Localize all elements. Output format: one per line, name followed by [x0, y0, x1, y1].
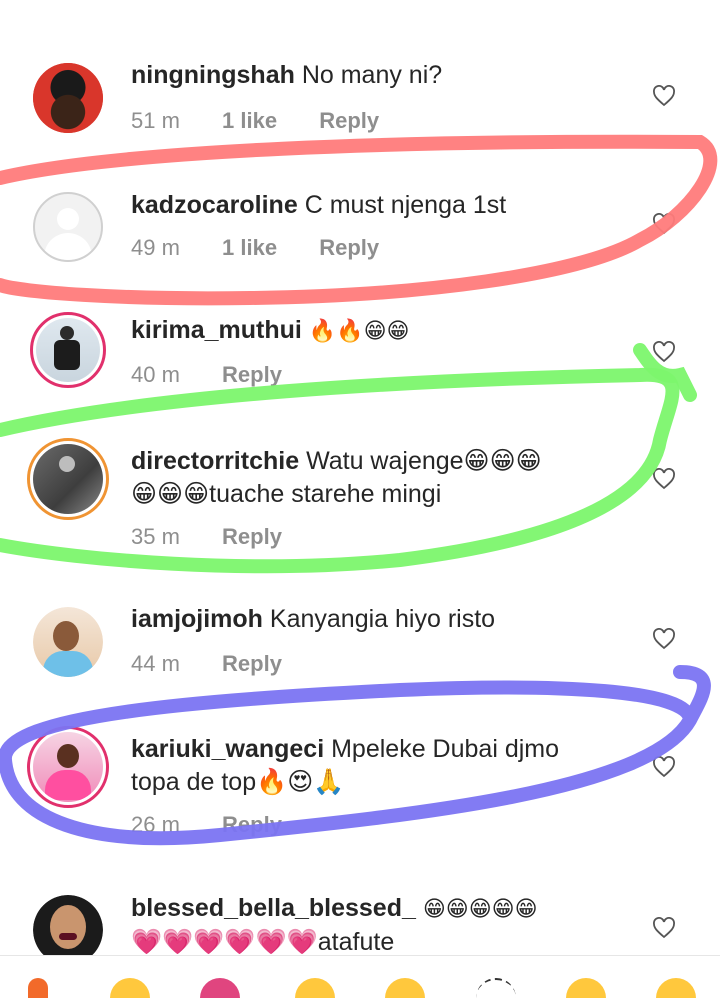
comment-body: C must njenga 1st [304, 191, 507, 219]
reply-button[interactable]: Reply [222, 651, 282, 676]
comment-text: ningningshah No many ni? [131, 59, 651, 92]
reply-button[interactable]: Reply [319, 108, 379, 133]
comment-time: 44 m [131, 651, 180, 676]
avatar[interactable] [33, 63, 103, 133]
avatar[interactable] [27, 726, 109, 808]
like-count[interactable]: 1 like [222, 235, 277, 260]
comment-meta: 40 m Reply [131, 362, 318, 388]
comment-time: 26 m [131, 812, 180, 837]
reaction-button[interactable] [110, 978, 150, 998]
heart-reaction-button[interactable] [200, 978, 240, 998]
comment-body: Kanyangia hiyo risto [269, 605, 496, 633]
comment-meta: 44 m Reply [131, 651, 318, 677]
fire-reaction-button[interactable] [28, 978, 48, 998]
heart-outline-icon[interactable] [652, 85, 676, 107]
reaction-button[interactable] [656, 978, 696, 998]
heart-outline-icon[interactable] [652, 213, 676, 235]
avatar[interactable] [30, 312, 106, 388]
comment-text: iamjojimoh Kanyangia hiyo risto [131, 603, 651, 636]
reaction-button[interactable] [295, 978, 335, 998]
comment-text: kariuki_wangeci Mpeleke Dubai djmo topa … [131, 733, 651, 799]
comment-time: 49 m [131, 235, 180, 260]
comment-username[interactable]: blessed_bella_blessed_ [131, 894, 416, 922]
avatar[interactable] [33, 607, 103, 677]
comment-body: Watu wajenge😁😁😁 [306, 447, 542, 475]
comment-username[interactable]: directorritchie [131, 447, 299, 475]
comment-time: 35 m [131, 524, 180, 549]
comment-text: kadzocaroline C must njenga 1st [131, 189, 651, 222]
comment-meta: 26 m Reply [131, 812, 318, 838]
reaction-button[interactable] [566, 978, 606, 998]
comment-username[interactable]: kirima_muthui [131, 316, 302, 344]
comment-username[interactable]: kadzocaroline [131, 191, 298, 219]
avatar[interactable] [27, 438, 109, 520]
comment-body: Mpeleke Dubai djmo [331, 735, 560, 763]
comment-username[interactable]: iamjojimoh [131, 605, 263, 633]
comment-body: 😁😁😁😁😁 [422, 897, 538, 922]
comment-username[interactable]: kariuki_wangeci [131, 735, 324, 763]
comment-time: 40 m [131, 362, 180, 387]
comment-meta: 51 m 1 like Reply [131, 108, 415, 134]
comment-body-continued: 😁😁😁tuache starehe mingi [131, 480, 442, 508]
clap-reaction-button[interactable] [476, 978, 516, 1000]
comment-text: kirima_muthui 🔥🔥😁😁 [131, 314, 651, 348]
heart-outline-icon[interactable] [652, 917, 676, 939]
comment-time: 51 m [131, 108, 180, 133]
comment-body-continued: topa de top🔥😍🙏 [131, 768, 345, 796]
comment-body: No many ni? [301, 61, 443, 89]
heart-outline-icon[interactable] [652, 756, 676, 778]
avatar[interactable] [33, 192, 103, 262]
heart-outline-icon[interactable] [652, 628, 676, 650]
reply-button[interactable]: Reply [222, 362, 282, 387]
reply-button[interactable]: Reply [222, 524, 282, 549]
reaction-button[interactable] [385, 978, 425, 998]
like-count[interactable]: 1 like [222, 108, 277, 133]
comment-username[interactable]: ningningshah [131, 61, 295, 89]
heart-outline-icon[interactable] [652, 468, 676, 490]
comment-meta: 35 m Reply [131, 524, 318, 550]
reply-button[interactable]: Reply [222, 812, 282, 837]
comment-meta: 49 m 1 like Reply [131, 235, 415, 261]
reply-button[interactable]: Reply [319, 235, 379, 260]
reaction-bar [0, 955, 720, 998]
heart-outline-icon[interactable] [652, 341, 676, 363]
comment-body: 🔥🔥😁😁 [308, 319, 410, 344]
comment-text: blessed_bella_blessed_ 😁😁😁😁😁 💗💗💗💗💗💗atafu… [131, 892, 651, 959]
comment-text: directorritchie Watu wajenge😁😁😁 😁😁😁tuach… [131, 445, 651, 511]
